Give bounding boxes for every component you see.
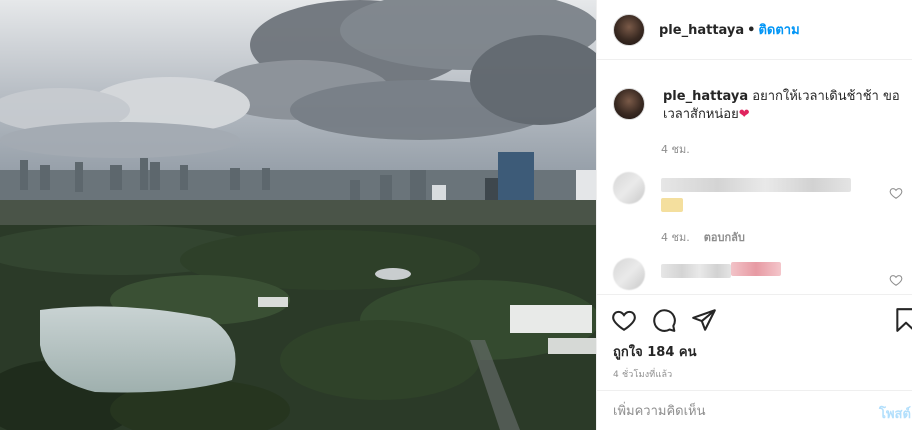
heart-icon[interactable] [611,307,637,333]
comment-icon[interactable] [651,307,677,333]
comment-like-icon[interactable] [889,186,903,200]
comment-time: 4 ชม. [661,231,690,244]
lake [40,306,236,393]
post-caption: ple_hattaya อยากให้เวลาเดินช้าช้า ขอเวลา… [613,88,903,124]
action-icons [611,307,717,333]
follow-button[interactable]: ติดตาม [758,23,799,38]
likes-count[interactable]: ถูกใจ 184 คน [613,341,696,362]
send-icon[interactable] [691,307,717,333]
post-timestamp[interactable]: 4 ชั่วโมงที่แล้ว [613,367,672,381]
post-comment-button[interactable]: โพสต์ [879,403,911,424]
commenter-avatar-blurred[interactable] [613,172,645,204]
post-header: ple_hattaya • ติดตาม [597,0,912,60]
caption-username[interactable]: ple_hattaya [663,89,748,104]
post-actions: ถูกใจ 184 คน 4 ชั่วโมงที่แล้ว [597,294,912,390]
caption-time: 4 ชม. [661,143,690,156]
small-building [258,297,288,307]
author-username[interactable]: ple_hattaya [659,23,744,38]
commenter-avatar-blurred[interactable] [613,258,645,290]
comment-meta: 4 ชม. ตอบกลับ [661,228,745,246]
comment-text-blurred [661,178,851,192]
comment-like-icon[interactable] [889,273,903,287]
comment-text-blurred [661,264,731,278]
caption-body: ple_hattaya อยากให้เวลาเดินช้าช้า ขอเวลา… [663,88,903,124]
reply-button[interactable]: ตอบกลับ [704,231,745,244]
header-text: ple_hattaya • ติดตาม [659,19,800,40]
heart-emoji: ❤ [738,107,750,122]
comment-emoji-blurred [661,198,683,212]
comment-highlight-blurred [731,262,781,276]
post-photo[interactable] [0,0,596,430]
building-roof [548,338,596,354]
photo-scene [0,0,596,430]
caption-avatar[interactable] [613,88,645,120]
separator-dot: • [747,23,756,38]
comment-input[interactable] [613,400,853,422]
add-comment-bar: โพสต์ [597,390,912,430]
building-white [510,305,592,333]
bookmark-icon[interactable] [893,307,912,333]
pavilion [375,268,411,280]
author-avatar[interactable] [613,13,645,46]
post-details-panel: ple_hattaya • ติดตาม ple_hattaya อยากให้เว… [596,0,912,430]
